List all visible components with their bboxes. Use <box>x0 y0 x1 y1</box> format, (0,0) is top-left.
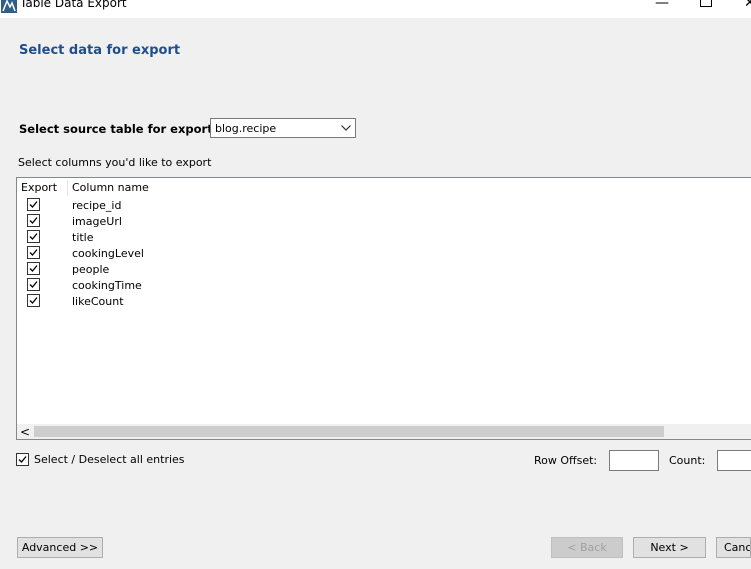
checkmark-icon <box>18 456 27 463</box>
export-checkbox[interactable] <box>27 278 40 291</box>
column-name: cookingTime <box>72 279 142 292</box>
checkmark-icon <box>29 249 38 256</box>
column-name: imageUrl <box>72 215 122 228</box>
column-name: people <box>72 263 110 276</box>
close-button[interactable]: ✕ <box>744 0 751 12</box>
header-column-name[interactable]: Column name <box>72 181 149 194</box>
column-name: title <box>72 231 94 244</box>
horizontal-scrollbar[interactable]: < <box>17 424 751 439</box>
title-bar: Table Data Export — ✕ <box>0 0 751 18</box>
columns-list[interactable]: Export Column name recipe_id imageUrl ti… <box>16 177 751 440</box>
table-row: cookingTime <box>17 277 717 293</box>
count-label: Count: <box>669 454 706 467</box>
chevron-down-icon <box>341 125 351 131</box>
table-row: cookingLevel <box>17 245 717 261</box>
export-checkbox[interactable] <box>27 294 40 307</box>
table-row: recipe_id <box>17 197 717 213</box>
next-button[interactable]: Next > <box>633 537 706 558</box>
table-row: title <box>17 229 717 245</box>
table-row: imageUrl <box>17 213 717 229</box>
export-checkbox[interactable] <box>27 246 40 259</box>
back-button[interactable]: < Back <box>551 537 623 558</box>
maximize-icon <box>700 0 712 7</box>
maximize-button[interactable] <box>700 0 712 10</box>
count-input[interactable] <box>717 450 751 471</box>
checkmark-icon <box>29 265 38 272</box>
checkmark-icon <box>29 281 38 288</box>
columns-label: Select columns you'd like to export <box>18 156 212 169</box>
column-name: cookingLevel <box>72 247 144 260</box>
header-export[interactable]: Export <box>21 181 57 194</box>
source-table-label: Select source table for export: <box>19 122 218 136</box>
checkmark-icon <box>29 297 38 304</box>
column-name: likeCount <box>72 295 124 308</box>
row-offset-input[interactable] <box>609 450 659 471</box>
export-checkbox[interactable] <box>27 262 40 275</box>
select-all-checkbox[interactable] <box>16 453 29 466</box>
header-divider[interactable] <box>67 180 68 196</box>
source-table-dropdown[interactable]: blog.recipe <box>210 118 356 138</box>
mysql-workbench-icon <box>1 0 17 13</box>
source-table-value: blog.recipe <box>215 122 277 135</box>
minimize-button[interactable]: — <box>655 0 669 12</box>
column-name: recipe_id <box>72 199 122 212</box>
advanced-button[interactable]: Advanced >> <box>17 537 103 558</box>
select-all-label[interactable]: Select / Deselect all entries <box>34 453 185 466</box>
row-offset-label: Row Offset: <box>534 454 598 467</box>
cancel-button[interactable]: Cancel <box>716 537 751 558</box>
table-row: people <box>17 261 717 277</box>
export-checkbox[interactable] <box>27 230 40 243</box>
checkmark-icon <box>29 201 38 208</box>
window-title: Table Data Export <box>20 0 127 10</box>
scroll-left-icon[interactable]: < <box>20 425 30 439</box>
export-checkbox[interactable] <box>27 198 40 211</box>
scrollbar-thumb[interactable] <box>34 426 664 437</box>
checkmark-icon <box>29 217 38 224</box>
export-checkbox[interactable] <box>27 214 40 227</box>
checkmark-icon <box>29 233 38 240</box>
page-title: Select data for export <box>19 43 181 58</box>
table-row: likeCount <box>17 293 717 309</box>
